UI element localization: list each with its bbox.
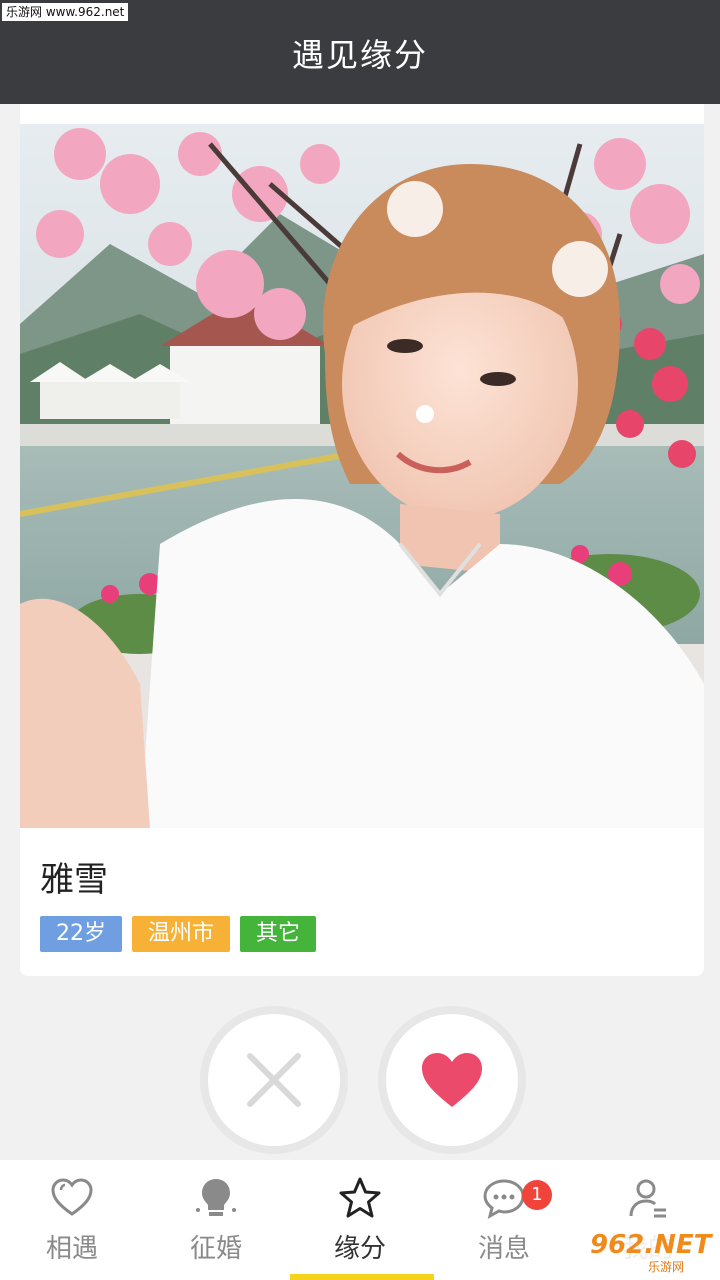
profile-card[interactable]: 雅雪 22岁 温州市 其它: [20, 104, 704, 976]
watermark-brand-sub: 乐游网: [648, 1260, 685, 1274]
age-tag: 22岁: [40, 916, 122, 952]
tab-fate[interactable]: 缘分: [288, 1160, 432, 1280]
watermark-logo: 962.NET 乐游网: [584, 1228, 714, 1276]
heart-outline-icon: [51, 1178, 93, 1216]
active-tab-indicator: [290, 1274, 434, 1280]
tab-encounter[interactable]: 相遇: [0, 1160, 144, 1280]
lightbulb-icon: [196, 1179, 236, 1216]
watermark-brand: 962.NET: [590, 1230, 712, 1260]
profile-name: 雅雪: [40, 860, 108, 900]
profile-tags: 22岁 温州市 其它: [40, 916, 317, 952]
heart-icon: [422, 1053, 482, 1107]
dislike-button[interactable]: [200, 1006, 348, 1154]
tab-encounter-label: 相遇: [45, 1234, 98, 1264]
profile-photo[interactable]: [20, 124, 704, 828]
tab-marriage-label: 征婚: [189, 1234, 242, 1264]
watermark-top: 乐游网 www.962.net: [2, 3, 129, 21]
action-bar: [0, 1006, 720, 1156]
other-tag: 其它: [240, 916, 317, 952]
close-icon: [247, 1053, 301, 1107]
user-icon: [629, 1179, 666, 1218]
page-title: 遇见缘分: [291, 36, 428, 74]
like-button[interactable]: [378, 1006, 526, 1154]
tab-messages-label: 消息: [477, 1234, 530, 1264]
star-icon: [339, 1177, 381, 1218]
tab-fate-label: 缘分: [333, 1234, 386, 1264]
tab-marriage[interactable]: 征婚: [144, 1160, 288, 1280]
city-tag: 温州市: [132, 916, 231, 952]
chat-icon: [483, 1179, 525, 1219]
messages-badge: 1: [522, 1180, 552, 1210]
top-bar: 乐游网 www.962.net 遇见缘分: [0, 0, 720, 104]
tab-messages[interactable]: 消息: [432, 1160, 576, 1280]
